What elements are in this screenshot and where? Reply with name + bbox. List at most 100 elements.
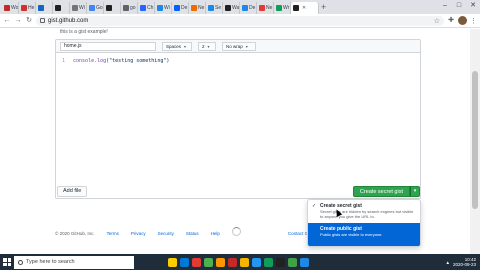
taskbar-app-icon[interactable]: [264, 257, 273, 267]
browser-tab[interactable]: Se: [206, 2, 223, 14]
taskbar-app-icon[interactable]: [288, 257, 297, 267]
editor-header: home.js Spaces ▾ 2 ▾ No wrap ▾: [56, 40, 420, 53]
browser-tab[interactable]: ✕: [291, 2, 319, 14]
taskbar-app-icon[interactable]: [300, 257, 309, 267]
tab-favicon-icon: [89, 5, 95, 11]
browser-tab[interactable]: De: [240, 2, 257, 14]
taskbar-app-icon[interactable]: [228, 257, 237, 267]
browser-tab[interactable]: [36, 2, 53, 14]
tab-label: De: [181, 5, 188, 11]
taskbar-app-icon[interactable]: [192, 257, 201, 267]
filename-input[interactable]: home.js: [60, 41, 156, 51]
browser-tab[interactable]: [104, 2, 121, 14]
file-editor: home.js Spaces ▾ 2 ▾ No wrap ▾ 1 console…: [55, 39, 421, 199]
tab-favicon-icon: [242, 5, 248, 11]
create-secret-gist-button[interactable]: Create secret gist: [352, 185, 410, 197]
extension-icon[interactable]: ✚: [447, 16, 455, 26]
indent-size-select[interactable]: 2 ▾: [198, 41, 216, 51]
back-icon[interactable]: ←: [3, 16, 11, 26]
tab-label: Wo: [11, 5, 19, 11]
tab-label: He: [28, 5, 35, 11]
profile-avatar[interactable]: [458, 16, 467, 25]
taskbar-app-icon[interactable]: [168, 257, 177, 267]
loading-spinner-icon: [232, 227, 241, 236]
tab-favicon-icon: [293, 5, 299, 11]
forward-icon[interactable]: →: [14, 16, 22, 26]
url-text: gist.github.com: [48, 17, 89, 24]
taskbar-app-icon[interactable]: [180, 257, 189, 267]
footer-link-status[interactable]: Status: [186, 231, 199, 236]
browser-tab[interactable]: Ne: [257, 2, 274, 14]
taskbar-search-box[interactable]: Type here to search: [14, 255, 134, 269]
editor-actions: Add file Create secret gist ▾: [55, 184, 421, 198]
tab-label: Wi: [164, 5, 170, 11]
footer-link-terms[interactable]: Terms: [107, 231, 119, 236]
tab-favicon-icon: [21, 5, 27, 11]
notification-icon[interactable]: ▲: [446, 260, 450, 265]
dropdown-item-secret[interactable]: ✓ Create secret gist Secret gists are hi…: [308, 200, 420, 223]
browser-tab[interactable]: Wi: [70, 2, 87, 14]
create-gist-dropdown: ✓ Create secret gist Secret gists are hi…: [307, 199, 421, 247]
gist-description[interactable]: this is a gist example!: [60, 29, 108, 35]
clock[interactable]: 10:42 2020-09-23: [453, 257, 476, 267]
chevron-down-icon: ▾: [184, 43, 187, 49]
tab-favicon-icon: [140, 5, 146, 11]
browser-tab[interactable]: [53, 2, 70, 14]
taskbar-app-icon[interactable]: [240, 257, 249, 267]
lock-icon: [40, 18, 45, 23]
browser-tab[interactable]: Ne: [189, 2, 206, 14]
chevron-down-icon: ▾: [245, 43, 248, 49]
tab-favicon-icon: [174, 5, 180, 11]
bookmark-star-icon[interactable]: ☆: [434, 17, 440, 25]
footer-link-security[interactable]: Security: [158, 231, 174, 236]
taskbar-app-icon[interactable]: [216, 257, 225, 267]
address-bar[interactable]: gist.github.com ☆: [36, 15, 444, 26]
browser-tab[interactable]: He: [19, 2, 36, 14]
new-tab-button[interactable]: +: [321, 1, 326, 13]
clock-date: 2020-09-23: [452, 262, 476, 267]
browser-tab[interactable]: De: [172, 2, 189, 14]
wrap-mode-value: No wrap: [226, 43, 243, 49]
browser-tab[interactable]: Wo: [2, 2, 19, 14]
browser-tab[interactable]: go: [121, 2, 138, 14]
start-button[interactable]: [0, 254, 14, 270]
taskbar-app-icon[interactable]: [252, 257, 261, 267]
dropdown-item-public[interactable]: Create public gist Public gists are visi…: [308, 223, 420, 246]
tab-favicon-icon: [4, 5, 10, 11]
system-tray: ▲ 10:42 2020-09-23: [446, 257, 480, 267]
wrap-mode-select[interactable]: No wrap ▾: [222, 41, 256, 51]
maximize-icon[interactable]: □: [452, 0, 466, 12]
tab-label: Go: [96, 5, 103, 11]
reload-icon[interactable]: ↻: [25, 16, 33, 26]
browser-tab[interactable]: Wi: [155, 2, 172, 14]
tab-favicon-icon: [106, 5, 112, 11]
indent-mode-select[interactable]: Spaces ▾: [162, 41, 192, 51]
close-tab-icon[interactable]: ✕: [302, 5, 306, 11]
search-icon: [18, 259, 23, 265]
window-controls: – □ ✕: [438, 0, 480, 12]
browser-tab[interactable]: Ch: [138, 2, 155, 14]
browser-tab[interactable]: Go: [87, 2, 104, 14]
tab-label: go: [130, 5, 136, 11]
footer-link-help[interactable]: Help: [211, 231, 220, 236]
footer-link-privacy[interactable]: Privacy: [131, 231, 146, 236]
add-file-button[interactable]: Add file: [57, 185, 88, 197]
tab-favicon-icon: [276, 5, 282, 11]
page-scrollbar[interactable]: [470, 29, 480, 254]
taskbar-app-icon[interactable]: [204, 257, 213, 267]
more-menu-icon[interactable]: ⋮: [470, 17, 477, 25]
code-line: console.log("testing something"): [73, 58, 169, 64]
browser-tab[interactable]: Wr: [274, 2, 291, 14]
browser-tab[interactable]: Wa: [223, 2, 240, 14]
minimize-icon[interactable]: –: [438, 0, 452, 12]
search-placeholder: Type here to search: [26, 259, 75, 265]
chevron-down-icon: ▾: [207, 43, 210, 49]
close-window-icon[interactable]: ✕: [466, 0, 480, 12]
scrollbar-thumb[interactable]: [472, 71, 478, 209]
taskbar-app-icon[interactable]: [276, 257, 285, 267]
tab-label: Wa: [232, 5, 240, 11]
code-area[interactable]: 1 console.log("testing something"): [56, 53, 420, 69]
dropdown-caret-icon[interactable]: ▾: [410, 185, 420, 197]
windows-logo-icon: [3, 258, 11, 266]
indent-mode-value: Spaces: [166, 43, 182, 49]
